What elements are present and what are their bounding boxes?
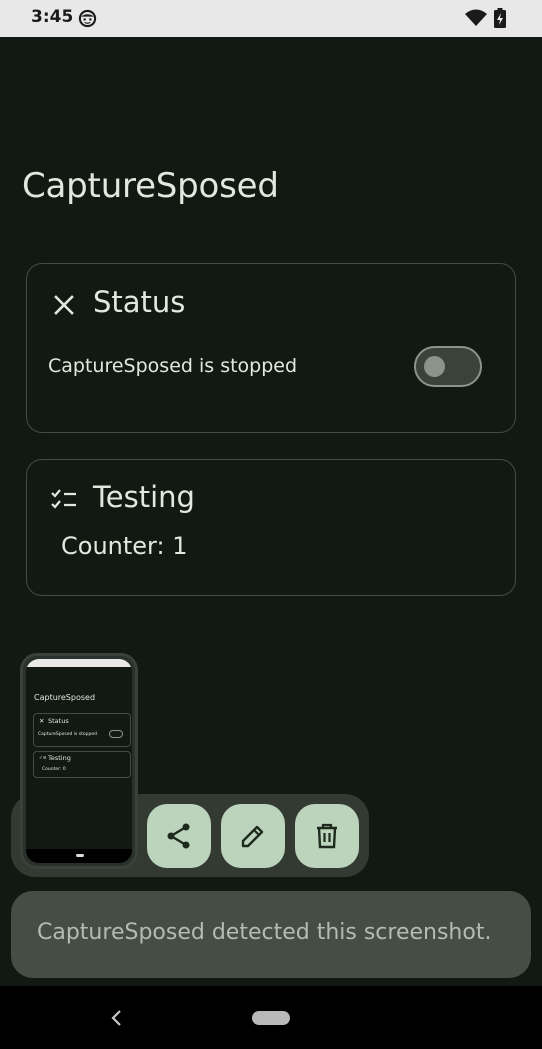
thumbnail-close-icon: ✕ [39,717,45,725]
share-button[interactable] [147,804,211,868]
thumbnail-nav-bar [26,849,132,863]
thumbnail-app-title: CaptureSposed [34,693,96,702]
toast-text: CaptureSposed detected this screenshot. [37,920,492,945]
toggle-knob [424,356,445,377]
thumbnail-status-message: CaptureSposed is stopped [38,732,97,737]
close-x-icon [54,295,74,315]
status-card-title: Status [93,285,186,319]
status-time: 3:45 [31,7,74,27]
thumbnail-toggle [109,730,123,738]
share-icon [167,823,190,849]
status-bar: 3:45 [0,0,542,37]
counter-text: Counter: 1 [61,532,188,560]
thumbnail-counter: Counter: 0 [42,767,66,772]
screenshot-thumbnail[interactable]: CaptureSposed ✕ Status CaptureSposed is … [20,653,138,869]
home-pill-icon[interactable] [252,1011,290,1025]
thumbnail-status-bar [26,659,132,667]
testing-card-title: Testing [93,480,195,514]
thumbnail-screen: CaptureSposed ✕ Status CaptureSposed is … [26,659,132,863]
thumbnail-testing-card: ✓≡ Testing Counter: 0 [33,751,131,778]
battery-charging-icon [494,8,506,28]
status-message: CaptureSposed is stopped [48,355,298,377]
toast-message: CaptureSposed detected this screenshot. [11,891,531,978]
smiley-notification-icon [78,9,97,28]
trash-icon [317,823,337,849]
thumbnail-status-card: ✕ Status CaptureSposed is stopped [33,713,131,747]
thumbnail-testing-title: Testing [48,754,71,762]
status-card: Status CaptureSposed is stopped [26,263,516,433]
service-toggle[interactable] [414,346,482,387]
wifi-icon [465,9,487,26]
thumbnail-status-title: Status [48,717,69,725]
thumbnail-home-pill [76,854,84,857]
thumbnail-checklist-icon: ✓≡ [39,756,47,761]
app-title: CaptureSposed [22,166,279,206]
navigation-bar [0,986,542,1049]
testing-card: Testing Counter: 1 [26,459,516,596]
back-chevron-icon[interactable] [108,1008,126,1028]
checklist-icon [51,489,76,509]
delete-button[interactable] [295,804,359,868]
edit-button[interactable] [221,804,285,868]
pencil-icon [241,825,264,848]
